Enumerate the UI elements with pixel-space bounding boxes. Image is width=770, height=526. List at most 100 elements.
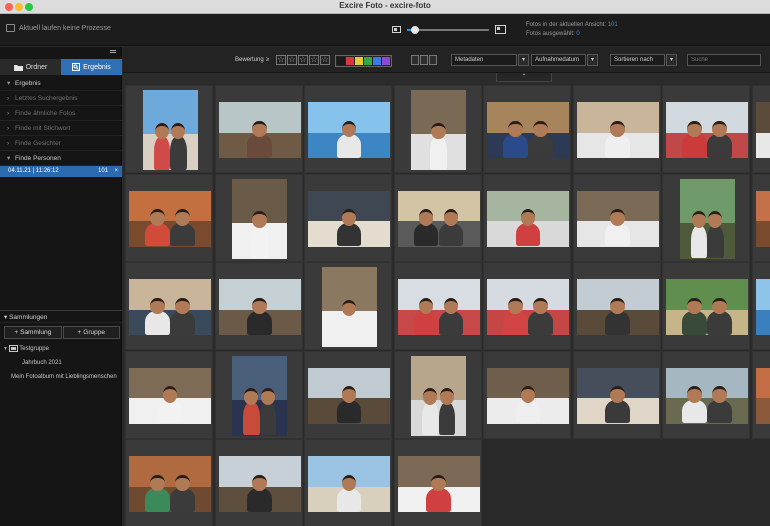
photo-thumbnail-cell[interactable] (393, 439, 482, 526)
close-icon[interactable]: × (114, 166, 118, 177)
photo-thumbnail[interactable] (576, 190, 659, 247)
sidebar-item-persons[interactable]: ▾ Finde Personen (0, 151, 122, 166)
collection-group[interactable]: ▾ Testgruppe (4, 345, 49, 352)
photo-thumbnail[interactable] (666, 102, 748, 158)
photo-thumbnail-cell[interactable] (662, 350, 750, 439)
small-thumbnail-icon[interactable] (392, 26, 401, 33)
photo-thumbnail-cell[interactable] (304, 173, 392, 262)
photo-thumbnail[interactable] (666, 367, 748, 424)
star-icon[interactable]: ☆ (287, 55, 297, 65)
photo-thumbnail-cell[interactable] (662, 85, 750, 173)
photo-thumbnail-cell[interactable] (304, 350, 392, 439)
photo-thumbnail[interactable] (397, 190, 480, 247)
photo-thumbnail[interactable] (487, 279, 569, 335)
tab-ergebnis[interactable]: Ergebnis (61, 59, 122, 75)
flag-icon[interactable] (420, 55, 428, 65)
photo-thumbnail[interactable] (129, 367, 211, 424)
photo-thumbnail[interactable] (232, 355, 287, 436)
result-header[interactable]: ▾ Ergebnis (0, 76, 122, 91)
photo-thumbnail[interactable] (487, 190, 569, 247)
chevron-down-icon[interactable]: ▾ (587, 54, 598, 66)
flag-icon[interactable] (429, 55, 437, 65)
photo-thumbnail-cell[interactable] (572, 173, 661, 262)
photo-thumbnail-cell[interactable] (751, 350, 770, 439)
color-label-swatch[interactable] (373, 57, 381, 65)
flag-icon[interactable] (411, 55, 419, 65)
color-label-swatch[interactable] (382, 57, 390, 65)
photo-thumbnail-cell[interactable] (304, 85, 392, 173)
collections-header[interactable]: ▾ Sammlungen (0, 310, 122, 323)
panel-handle-icon[interactable] (110, 50, 116, 53)
person-result-row[interactable]: 04.11.21 | 11:26:12 101 × (0, 166, 122, 177)
color-label-swatch[interactable] (346, 57, 354, 65)
collection-item[interactable]: Mein Fotoalbum mit Lieblingsmenschen (11, 374, 117, 380)
photo-thumbnail[interactable] (576, 279, 659, 335)
photo-thumbnail[interactable] (755, 102, 770, 158)
photo-thumbnail-cell[interactable] (483, 350, 571, 439)
photo-thumbnail[interactable] (129, 190, 211, 247)
photo-thumbnail-cell[interactable] (393, 262, 482, 350)
color-label-swatch[interactable] (355, 57, 363, 65)
date-select[interactable]: Aufnahmedatum (531, 54, 586, 66)
photo-thumbnail[interactable] (129, 456, 211, 512)
photo-thumbnail[interactable] (397, 279, 480, 335)
photo-thumbnail-cell[interactable] (572, 350, 661, 439)
photo-thumbnail-cell[interactable] (214, 85, 303, 173)
metadata-select[interactable]: Metadaten (451, 54, 517, 66)
photo-thumbnail-cell[interactable] (125, 439, 213, 526)
photo-thumbnail-cell[interactable] (214, 439, 303, 526)
photo-thumbnail[interactable] (232, 178, 287, 259)
photo-thumbnail-cell[interactable] (662, 262, 750, 350)
photo-thumbnail-cell[interactable] (751, 262, 770, 350)
photo-thumbnail-cell[interactable] (214, 350, 303, 439)
photo-thumbnail[interactable] (487, 102, 569, 158)
add-group-button[interactable]: + Gruppe (62, 326, 120, 339)
photo-thumbnail[interactable] (321, 267, 377, 347)
photo-thumbnail-cell[interactable] (483, 173, 571, 262)
photo-thumbnail[interactable] (308, 102, 390, 158)
star-icon[interactable]: ☆ (276, 55, 286, 65)
thumbnail-size-slider[interactable] (407, 25, 489, 34)
photo-thumbnail-cell[interactable] (393, 85, 482, 173)
color-label-swatch[interactable] (364, 57, 372, 65)
thumbnail-size-handle[interactable] (411, 25, 420, 34)
photo-thumbnail[interactable] (576, 367, 659, 424)
photo-thumbnail[interactable] (308, 367, 390, 424)
collection-item[interactable]: Jahrbuch 2021 (22, 360, 62, 366)
photo-thumbnail-cell[interactable] (125, 350, 213, 439)
sort-select[interactable]: Sortieren nach (610, 54, 665, 66)
photo-thumbnail-cell[interactable] (572, 85, 661, 173)
search-input[interactable] (687, 54, 761, 66)
photo-thumbnail[interactable] (755, 279, 770, 335)
rating-operator[interactable]: ≥ (266, 57, 269, 63)
photo-thumbnail[interactable] (142, 90, 198, 170)
chevron-down-icon[interactable]: ▾ (518, 54, 529, 66)
photo-thumbnail[interactable] (308, 190, 390, 247)
star-icon[interactable]: ☆ (298, 55, 308, 65)
photo-thumbnail-cell[interactable] (125, 85, 213, 173)
add-collection-button[interactable]: + Sammlung (4, 326, 62, 339)
photo-thumbnail[interactable] (308, 456, 390, 512)
sidebar-item-faces[interactable]: › Finde Gesichter (0, 136, 122, 151)
photo-thumbnail-cell[interactable] (125, 173, 213, 262)
photo-thumbnail-cell[interactable] (393, 350, 482, 439)
photo-thumbnail[interactable] (218, 279, 301, 335)
photo-thumbnail-cell[interactable] (483, 85, 571, 173)
photo-thumbnail-cell[interactable] (304, 439, 392, 526)
chevron-down-icon[interactable]: ▾ (666, 54, 677, 66)
photo-thumbnail-cell[interactable] (662, 173, 750, 262)
color-label-swatch[interactable] (337, 57, 345, 65)
sidebar-item-last-search[interactable]: › Letztes Suchergebnis (0, 91, 122, 106)
photo-thumbnail-cell[interactable] (751, 173, 770, 262)
photo-thumbnail[interactable] (411, 355, 466, 436)
sidebar-item-similar-photos[interactable]: › Finde ähnliche Fotos (0, 106, 122, 121)
photo-thumbnail-cell[interactable] (125, 262, 213, 350)
photo-thumbnail-cell[interactable] (214, 173, 303, 262)
photo-thumbnail[interactable] (666, 279, 748, 335)
photo-thumbnail[interactable] (218, 456, 301, 512)
photo-thumbnail-cell[interactable] (572, 262, 661, 350)
sidebar-item-keyword[interactable]: › Finde mit Stichwort (0, 121, 122, 136)
star-icon[interactable]: ☆ (309, 55, 319, 65)
star-icon[interactable]: ☆ (320, 55, 330, 65)
photo-thumbnail[interactable] (755, 190, 770, 247)
